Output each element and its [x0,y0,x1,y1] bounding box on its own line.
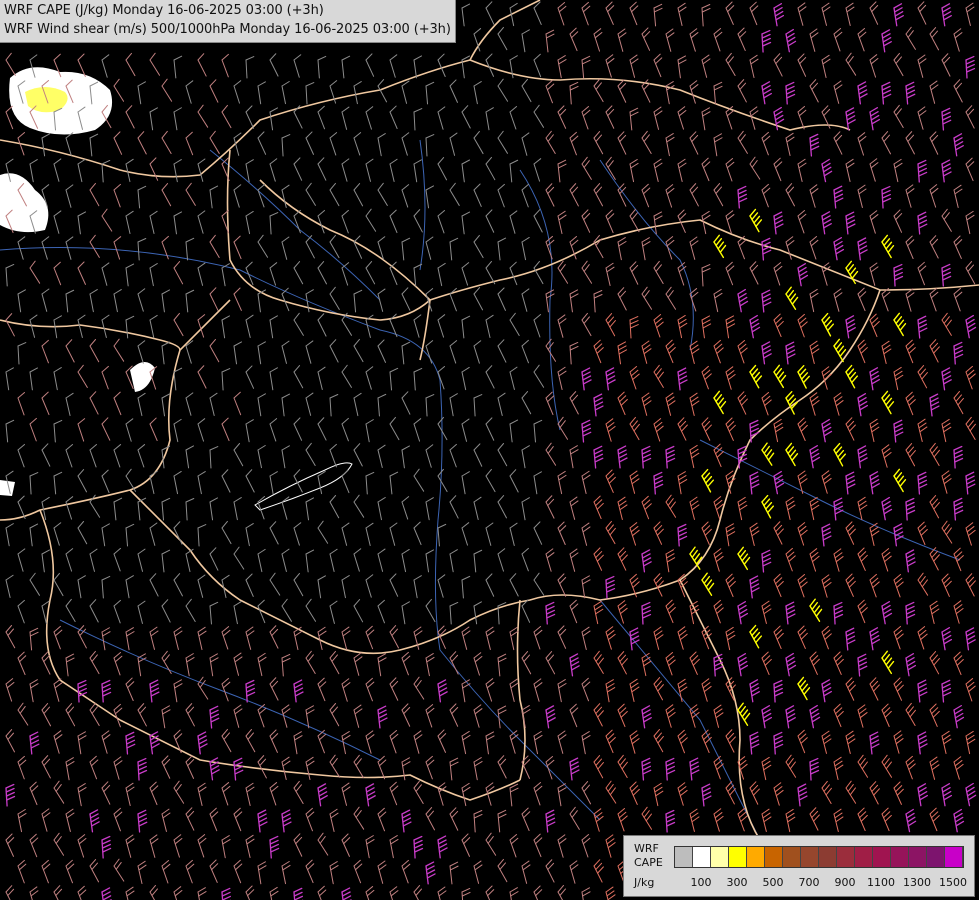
weather-map [0,0,979,900]
map-background [0,0,979,900]
